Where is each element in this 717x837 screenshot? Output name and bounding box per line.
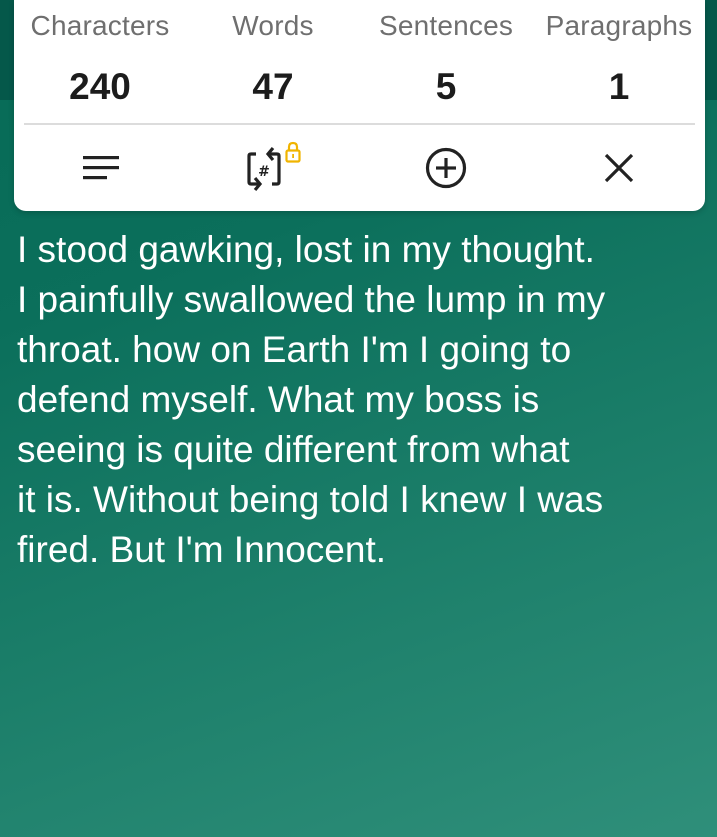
- close-button[interactable]: [591, 140, 647, 196]
- hash-sync-icon: #: [247, 141, 301, 192]
- stat-value-paragraphs: 1: [608, 66, 630, 107]
- lock-icon: [285, 141, 301, 163]
- text-line: throat. how on Earth I'm I going to: [17, 329, 572, 370]
- stat-label-characters: Characters: [30, 10, 170, 41]
- close-icon: [604, 153, 634, 183]
- stats-divider: [24, 123, 695, 125]
- stat-value-words: 47: [252, 66, 294, 107]
- text-line: I painfully swallowed the lump in my: [17, 279, 606, 320]
- text-line: seeing is quite different from what: [17, 429, 570, 470]
- menu-button[interactable]: [73, 140, 129, 196]
- add-button[interactable]: [418, 140, 474, 196]
- text-line: fired. But I'm Innocent.: [17, 529, 387, 570]
- stat-label-words: Words: [232, 10, 314, 41]
- text-line: it is. Without being told I knew I was: [17, 479, 604, 520]
- stats-card: Characters 240 Words 47 Sentences 5 Para…: [14, 0, 705, 211]
- text-line: defend myself. What my boss is: [17, 379, 540, 420]
- stat-label-sentences: Sentences: [378, 10, 514, 41]
- stat-value-sentences: 5: [435, 66, 457, 107]
- add-circle-icon: [425, 147, 467, 189]
- text-line: I stood gawking, lost in my thought.: [17, 229, 595, 270]
- stat-label-paragraphs: Paragraphs: [545, 10, 693, 41]
- document-text[interactable]: I stood gawking, lost in my thought. I p…: [17, 225, 707, 575]
- hash-sync-button[interactable]: #: [240, 140, 310, 196]
- menu-icon: [83, 156, 119, 180]
- svg-text:#: #: [258, 164, 270, 180]
- stat-value-characters: 240: [69, 66, 131, 107]
